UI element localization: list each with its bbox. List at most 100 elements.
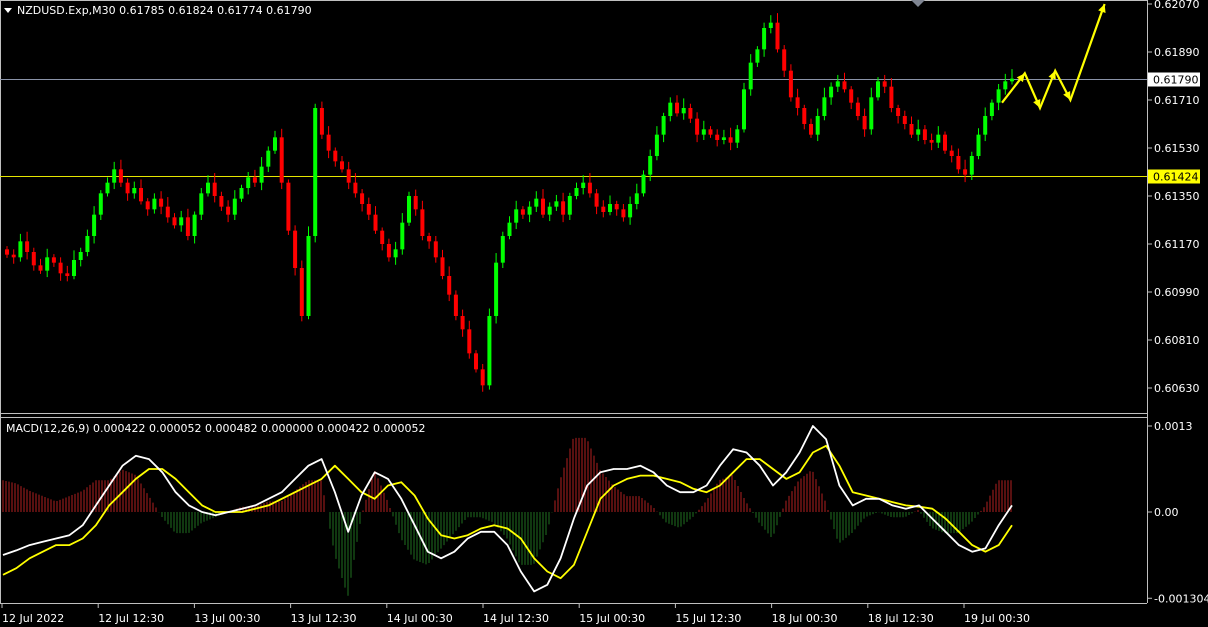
candle-body[interactable] bbox=[675, 102, 679, 114]
candle-body[interactable] bbox=[306, 236, 311, 316]
candle-body[interactable] bbox=[58, 262, 63, 274]
candle-body[interactable] bbox=[467, 329, 472, 354]
candle-body[interactable] bbox=[614, 204, 619, 210]
candle-body[interactable] bbox=[373, 214, 378, 231]
candle-body[interactable] bbox=[246, 177, 251, 188]
candle-body[interactable] bbox=[554, 201, 559, 207]
candle-body[interactable] bbox=[279, 137, 284, 183]
candle-body[interactable] bbox=[581, 182, 586, 188]
candle-body[interactable] bbox=[949, 150, 954, 156]
candle-body[interactable] bbox=[1003, 81, 1008, 90]
candle-body[interactable] bbox=[5, 249, 9, 255]
trading-chart[interactable]: 0.62070 0.61890 0.61710 0.61530 0.61350 0.611… bbox=[0, 0, 1208, 627]
candle-body[interactable] bbox=[440, 257, 445, 276]
candle-body[interactable] bbox=[842, 81, 847, 90]
candle-body[interactable] bbox=[976, 134, 981, 156]
candle-body[interactable] bbox=[876, 81, 880, 98]
candle-body[interactable] bbox=[92, 214, 97, 236]
candle-body[interactable] bbox=[802, 108, 807, 124]
candle-body[interactable] bbox=[835, 81, 840, 87]
candle-body[interactable] bbox=[601, 206, 606, 212]
candle-body[interactable] bbox=[206, 182, 210, 194]
candle-body[interactable] bbox=[326, 134, 331, 151]
candle-body[interactable] bbox=[520, 209, 525, 215]
candle-body[interactable] bbox=[353, 182, 358, 194]
candle-body[interactable] bbox=[795, 97, 800, 108]
candle-body[interactable] bbox=[172, 217, 177, 226]
candle-body[interactable] bbox=[199, 193, 204, 215]
candle-body[interactable] bbox=[969, 156, 974, 175]
candle-body[interactable] bbox=[688, 108, 693, 119]
candle-body[interactable] bbox=[500, 236, 505, 263]
candle-body[interactable] bbox=[380, 230, 385, 244]
candle-body[interactable] bbox=[869, 97, 874, 130]
candle-body[interactable] bbox=[212, 182, 217, 196]
candle-body[interactable] bbox=[721, 137, 726, 140]
candle-body[interactable] bbox=[400, 222, 405, 250]
candle-body[interactable] bbox=[594, 193, 599, 207]
candle-body[interactable] bbox=[989, 102, 994, 116]
candle-body[interactable] bbox=[313, 108, 318, 236]
candle-body[interactable] bbox=[112, 169, 117, 183]
candle-body[interactable] bbox=[768, 22, 773, 28]
candle-body[interactable] bbox=[902, 116, 907, 124]
candle-body[interactable] bbox=[125, 182, 130, 194]
candle-body[interactable] bbox=[587, 182, 592, 194]
candle-body[interactable] bbox=[480, 369, 485, 386]
candle-body[interactable] bbox=[507, 222, 512, 236]
candle-body[interactable] bbox=[641, 174, 646, 194]
candle-body[interactable] bbox=[862, 116, 867, 130]
candle-body[interactable] bbox=[487, 316, 492, 386]
candle-body[interactable] bbox=[728, 137, 733, 143]
candle-body[interactable] bbox=[266, 150, 271, 167]
candle-body[interactable] bbox=[259, 166, 264, 183]
candle-body[interactable] bbox=[628, 204, 633, 218]
candle-body[interactable] bbox=[748, 62, 753, 90]
candle-body[interactable] bbox=[608, 204, 612, 212]
candle-body[interactable] bbox=[695, 118, 700, 135]
candle-body[interactable] bbox=[654, 134, 659, 156]
candle-body[interactable] bbox=[340, 161, 344, 170]
candle-body[interactable] bbox=[239, 188, 244, 199]
candle-body[interactable] bbox=[541, 198, 545, 215]
candle-body[interactable] bbox=[299, 268, 304, 316]
candle-body[interactable] bbox=[78, 252, 83, 260]
candle-body[interactable] bbox=[407, 196, 411, 223]
candle-body[interactable] bbox=[909, 124, 914, 135]
candle-body[interactable] bbox=[366, 204, 371, 215]
candle-body[interactable] bbox=[85, 236, 90, 252]
candle-body[interactable] bbox=[145, 201, 150, 210]
candle-body[interactable] bbox=[547, 206, 552, 215]
candle-body[interactable] bbox=[943, 134, 947, 151]
candle-body[interactable] bbox=[105, 182, 110, 194]
candle-body[interactable] bbox=[118, 169, 123, 183]
candle-body[interactable] bbox=[855, 102, 860, 116]
candle-body[interactable] bbox=[574, 188, 579, 196]
candle-body[interactable] bbox=[219, 196, 224, 207]
candle-body[interactable] bbox=[916, 129, 921, 135]
candle-body[interactable] bbox=[922, 129, 927, 140]
candle-body[interactable] bbox=[963, 169, 968, 175]
candle-body[interactable] bbox=[474, 353, 478, 370]
candle-body[interactable] bbox=[648, 156, 653, 175]
candle-body[interactable] bbox=[561, 201, 566, 215]
candle-body[interactable] bbox=[11, 254, 16, 258]
candle-body[interactable] bbox=[38, 265, 43, 271]
candle-body[interactable] bbox=[708, 129, 713, 135]
candle-body[interactable] bbox=[433, 241, 438, 258]
candle-body[interactable] bbox=[735, 129, 740, 143]
candle-body[interactable] bbox=[822, 97, 827, 116]
candle-body[interactable] bbox=[25, 241, 30, 252]
candle-body[interactable] bbox=[755, 49, 760, 63]
candle-body[interactable] bbox=[829, 86, 834, 98]
candle-body[interactable] bbox=[494, 262, 499, 316]
candle-body[interactable] bbox=[742, 89, 746, 130]
candle-body[interactable] bbox=[681, 108, 686, 114]
candle-body[interactable] bbox=[45, 257, 50, 271]
candle-body[interactable] bbox=[889, 86, 894, 108]
candle-body[interactable] bbox=[420, 209, 425, 236]
candle-body[interactable] bbox=[286, 182, 291, 231]
candle-body[interactable] bbox=[849, 89, 854, 103]
candle-body[interactable] bbox=[232, 198, 237, 215]
candle-body[interactable] bbox=[788, 70, 793, 98]
